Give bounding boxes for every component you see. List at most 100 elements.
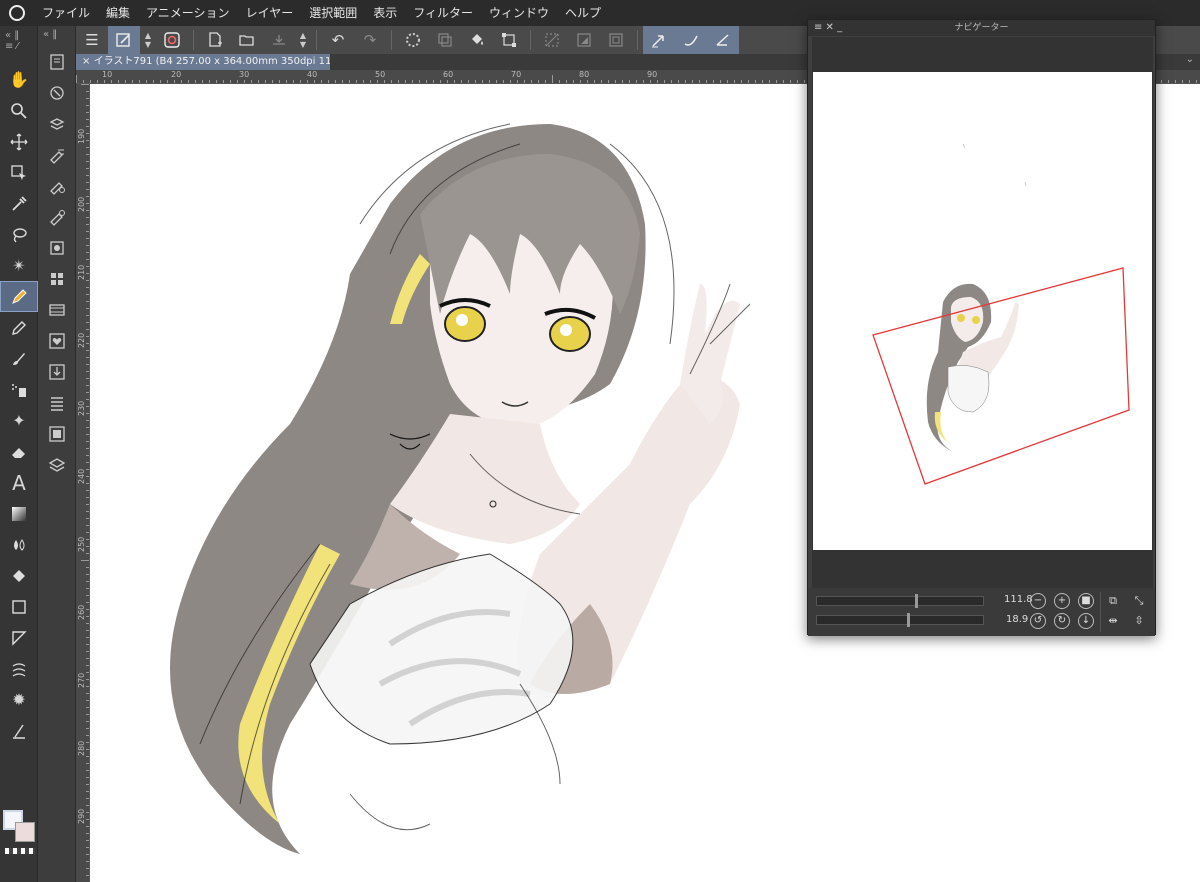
fill-bucket-icon[interactable]: [461, 26, 493, 54]
menu-filter[interactable]: フィルター: [405, 0, 481, 26]
magic-wand-icon[interactable]: ✴: [0, 250, 38, 281]
object-select-icon[interactable]: [0, 157, 38, 188]
full-view-icon[interactable]: ⤡: [1130, 592, 1148, 610]
pencil-icon[interactable]: [0, 312, 38, 343]
zoom-icon[interactable]: [0, 95, 38, 126]
ruler-tick: [86, 728, 89, 729]
gradient-icon[interactable]: [0, 498, 38, 529]
menu-animation[interactable]: アニメーション: [138, 0, 238, 26]
hamburger-menu-icon[interactable]: ☰: [76, 26, 108, 54]
ruler-tick: [384, 80, 385, 83]
expand-selection-icon[interactable]: [600, 26, 632, 54]
transform-icon[interactable]: [493, 26, 525, 54]
layer-search-icon[interactable]: [38, 418, 76, 449]
app-logo-icon[interactable]: [0, 0, 34, 26]
brush-icon[interactable]: [0, 343, 38, 374]
rotation-slider[interactable]: [816, 613, 984, 627]
menu-help[interactable]: ヘルプ: [557, 0, 609, 26]
figure-icon[interactable]: [0, 591, 38, 622]
zoom-in-icon[interactable]: +: [1054, 593, 1070, 609]
ruler-label: 50: [375, 70, 386, 79]
navigator-titlebar[interactable]: ≡ ✕ _ ナビゲーター: [808, 20, 1155, 36]
document-tab[interactable]: × イラスト791 (B4 257.00 x 364.00mm 350dpi 1…: [76, 54, 361, 70]
frame-icon[interactable]: [0, 622, 38, 653]
material-icon[interactable]: [38, 108, 76, 139]
menu-window[interactable]: ウィンドウ: [481, 0, 557, 26]
tool-property-icon[interactable]: [38, 170, 76, 201]
zoom-out-icon[interactable]: −: [1030, 593, 1046, 609]
import-icon[interactable]: [38, 356, 76, 387]
rotation-slider-knob[interactable]: [907, 613, 910, 627]
flip-horizontal-icon[interactable]: ⇹: [1104, 612, 1122, 630]
copy-layer-icon[interactable]: [429, 26, 461, 54]
transparent-color-swatch[interactable]: [5, 848, 35, 854]
toolbar-divider: [391, 30, 392, 50]
menu-view[interactable]: 表示: [365, 0, 405, 26]
deselect-icon[interactable]: [536, 26, 568, 54]
ruler-tick: [202, 80, 203, 83]
flip-vertical-icon[interactable]: ⇳: [1130, 612, 1148, 630]
favorite-icon[interactable]: [38, 325, 76, 356]
mode-switch-arrows-icon[interactable]: ▲ ▼: [140, 26, 156, 54]
navigator-preview[interactable]: [812, 37, 1153, 603]
zoom-slider-knob[interactable]: [915, 594, 918, 608]
undo-icon[interactable]: ↶: [322, 26, 354, 54]
invert-selection-icon[interactable]: [568, 26, 600, 54]
menu-selection[interactable]: 選択範囲: [301, 0, 365, 26]
balloon-icon[interactable]: ✹: [0, 684, 38, 715]
sub-color-swatch[interactable]: [15, 822, 35, 842]
tool-palette: « ‖ ≡ ⁄ ✋ ✴ ✦ A ✹: [0, 26, 38, 882]
ruler-tick: [111, 80, 112, 83]
ruler-tick: [468, 80, 469, 83]
menu-layer[interactable]: レイヤー: [238, 0, 302, 26]
panel-menu-close-icons[interactable]: ≡ ✕ _: [814, 20, 842, 36]
chevron-down-icon[interactable]: ⌄: [1186, 54, 1194, 65]
clip-studio-icon[interactable]: [156, 26, 188, 54]
airbrush-icon[interactable]: [0, 374, 38, 405]
menu-file[interactable]: ファイル: [34, 0, 98, 26]
eraser-icon[interactable]: [0, 436, 38, 467]
ruler-tick: [678, 80, 679, 83]
pen-pressure-icon[interactable]: [675, 26, 707, 54]
fit-zoom-icon[interactable]: ■: [1078, 593, 1094, 609]
edit-mode-icon[interactable]: [108, 26, 140, 54]
move-icon[interactable]: [0, 126, 38, 157]
save-arrows-icon[interactable]: ▲ ▼: [295, 26, 311, 54]
navigator-icon[interactable]: [38, 77, 76, 108]
correct-line-icon[interactable]: [0, 715, 38, 746]
layer-icon[interactable]: [38, 449, 76, 480]
zoom-slider[interactable]: [816, 594, 984, 608]
history-icon[interactable]: [38, 387, 76, 418]
brush-size-icon[interactable]: [38, 201, 76, 232]
stabilizer-icon[interactable]: [643, 26, 675, 54]
pen-icon[interactable]: [0, 281, 38, 312]
ruler-icon[interactable]: [0, 653, 38, 684]
rotate-left-icon[interactable]: ↺: [1030, 613, 1046, 629]
new-file-icon[interactable]: [199, 26, 231, 54]
close-tab-icon[interactable]: ×: [82, 56, 90, 67]
open-folder-icon[interactable]: [231, 26, 263, 54]
hand-icon[interactable]: ✋: [0, 64, 38, 95]
animation-icon[interactable]: [38, 294, 76, 325]
save-icon[interactable]: [263, 26, 295, 54]
menu-edit[interactable]: 編集: [98, 0, 138, 26]
fit-to-view-icon[interactable]: ⧉: [1104, 592, 1122, 610]
color-set-icon[interactable]: [38, 263, 76, 294]
redo-icon[interactable]: ↷: [354, 26, 386, 54]
color-wheel-icon[interactable]: [38, 232, 76, 263]
sub-tool-icon[interactable]: [38, 46, 76, 77]
text-icon[interactable]: A: [0, 467, 38, 498]
ruler-tick: [97, 80, 98, 83]
vector-snap-icon[interactable]: [707, 26, 739, 54]
ruler-tick: [314, 80, 315, 83]
ruler-vertical[interactable]: 190 200 210 220 230 240 250 260 270 280 …: [76, 84, 90, 882]
reset-rotation-icon[interactable]: ↓: [1078, 613, 1094, 629]
layer-property-icon[interactable]: [38, 139, 76, 170]
lasso-icon[interactable]: [0, 219, 38, 250]
blend-icon[interactable]: [0, 529, 38, 560]
rotate-right-icon[interactable]: ↻: [1054, 613, 1070, 629]
ruler-label: 230: [77, 400, 86, 416]
decoration-icon[interactable]: ✦: [0, 405, 38, 436]
fill-icon[interactable]: [0, 560, 38, 591]
eyedropper-icon[interactable]: [0, 188, 38, 219]
